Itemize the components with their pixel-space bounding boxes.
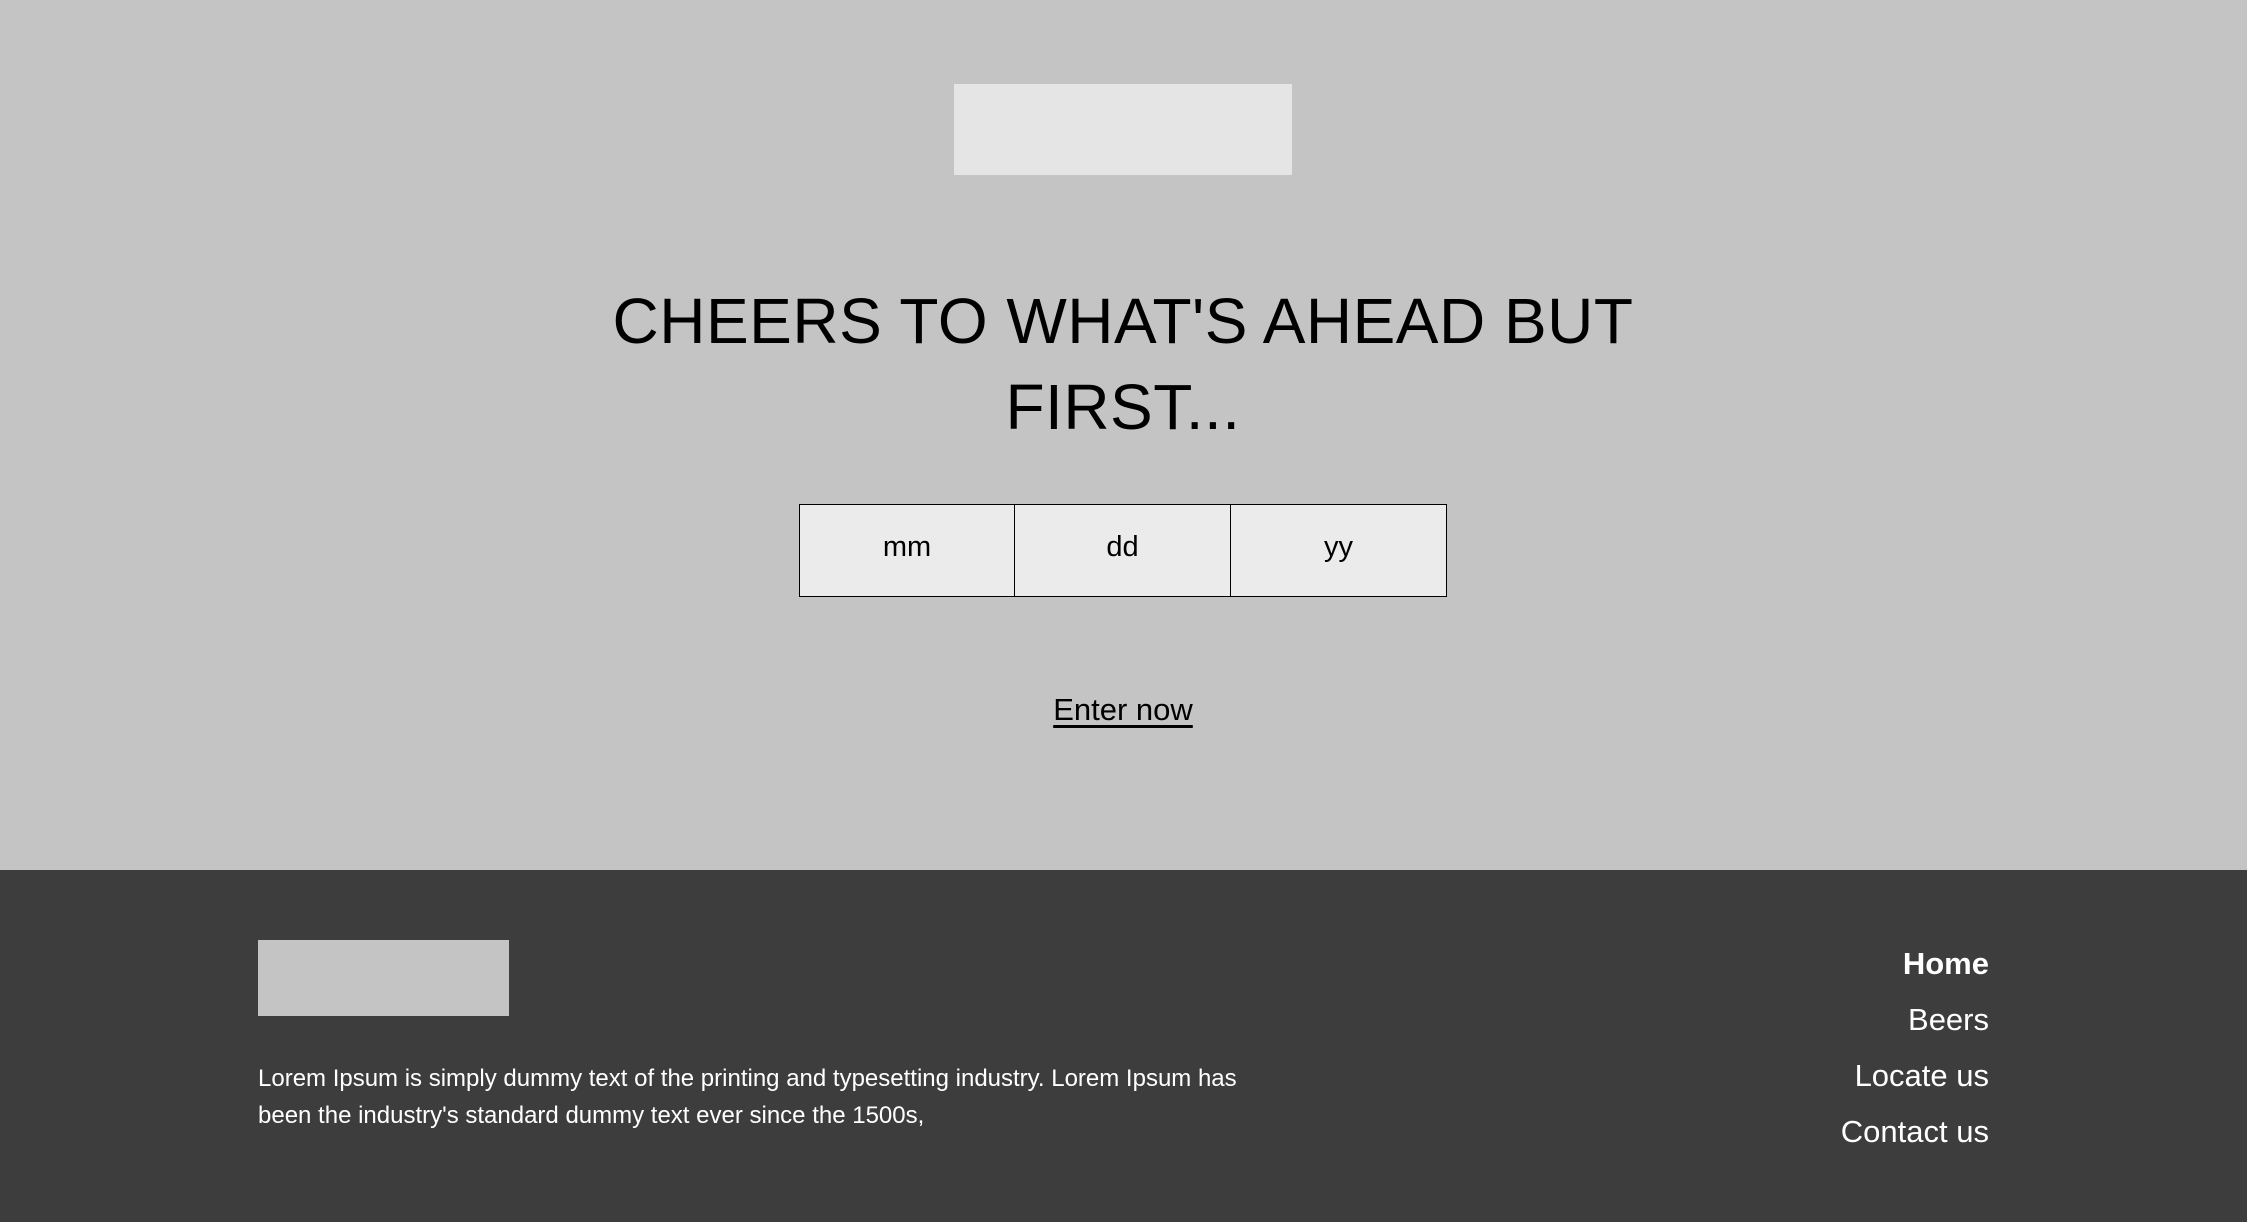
page-headline: CHEERS TO WHAT'S AHEAD BUT FIRST... xyxy=(573,278,1673,450)
footer-logo-placeholder xyxy=(258,940,509,1016)
enter-now-link[interactable]: Enter now xyxy=(973,692,1273,728)
day-field[interactable]: dd xyxy=(1015,504,1231,597)
day-field-placeholder: dd xyxy=(1106,531,1139,563)
year-field-placeholder: yy xyxy=(1324,531,1353,563)
brand-logo-placeholder xyxy=(954,84,1292,175)
month-field-placeholder: mm xyxy=(882,531,932,563)
headline-line-2: FIRST... xyxy=(1005,371,1241,443)
year-field[interactable]: yy xyxy=(1231,504,1447,597)
footer-nav-home[interactable]: Home xyxy=(1841,936,1989,992)
month-field[interactable]: mm xyxy=(799,504,1015,597)
site-footer: Lorem Ipsum is simply dummy text of the … xyxy=(0,870,2247,1222)
footer-nav-beers[interactable]: Beers xyxy=(1841,992,1989,1048)
footer-nav-locate-us[interactable]: Locate us xyxy=(1841,1048,1989,1104)
footer-nav: Home Beers Locate us Contact us xyxy=(1841,936,1989,1160)
footer-description: Lorem Ipsum is simply dummy text of the … xyxy=(258,1065,1237,1129)
birthdate-inputs: mm dd yy xyxy=(799,504,1447,597)
age-gate-hero: CHEERS TO WHAT'S AHEAD BUT FIRST... mm d… xyxy=(0,0,2247,870)
headline-line-1: CHEERS TO WHAT'S AHEAD BUT xyxy=(612,285,1634,357)
footer-nav-contact-us[interactable]: Contact us xyxy=(1841,1104,1989,1160)
